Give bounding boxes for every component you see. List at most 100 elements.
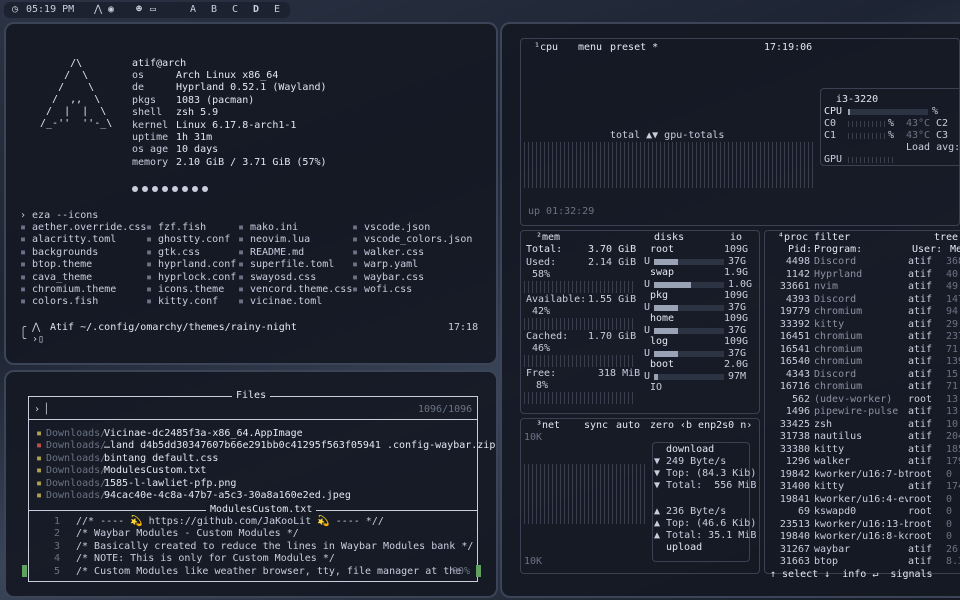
- proc-mem[interactable]: 29: [946, 319, 958, 331]
- proc-program[interactable]: waybar: [814, 544, 908, 556]
- proc-program[interactable]: chromium: [814, 306, 908, 318]
- workspace-c[interactable]: C: [232, 4, 238, 16]
- proc-program[interactable]: kworker/u16:8-kc: [814, 531, 908, 543]
- proc-pid[interactable]: 4343: [778, 369, 810, 381]
- proc-program[interactable]: chromium: [814, 331, 908, 343]
- file-name[interactable]: kitty.conf: [158, 296, 218, 308]
- proc-mem[interactable]: 204: [946, 431, 960, 443]
- file-entry[interactable]: 94cac40e-4c8a-47b7-a5c3-30a8a160e2ed.jpe…: [104, 490, 351, 502]
- search-prompt[interactable]: › ▏: [34, 404, 52, 416]
- proc-user[interactable]: atif: [908, 344, 932, 356]
- file-name[interactable]: swayosd.css: [250, 272, 316, 284]
- proc-program[interactable]: kswapd0: [814, 506, 908, 518]
- proc-mem[interactable]: 13: [946, 394, 958, 406]
- proc-user[interactable]: atif: [908, 444, 932, 456]
- proc-program[interactable]: chromium: [814, 344, 908, 356]
- proc-user[interactable]: root: [908, 394, 932, 406]
- file-dir[interactable]: Downloads/: [46, 453, 106, 465]
- proc-user[interactable]: atif: [908, 256, 932, 268]
- proc-mem[interactable]: 8.3: [946, 556, 960, 568]
- proc-filter[interactable]: filter: [814, 232, 850, 244]
- proc-mem[interactable]: 237: [946, 331, 960, 343]
- proc-user[interactable]: atif: [908, 281, 932, 293]
- file-dir[interactable]: Downloads/: [46, 440, 106, 452]
- proc-user[interactable]: atif: [908, 331, 932, 343]
- file-dir[interactable]: Downloads/: [46, 465, 106, 477]
- proc-mem[interactable]: 139: [946, 356, 960, 368]
- workspace-a[interactable]: A: [190, 4, 196, 16]
- proc-program[interactable]: kworker/u16:7-bt: [814, 469, 908, 481]
- proc-pid[interactable]: 33392: [778, 319, 810, 331]
- file-entry[interactable]: ModulesCustom.txt: [104, 465, 206, 477]
- proc-pid[interactable]: 19779: [778, 306, 810, 318]
- proc-user[interactable]: atif: [908, 319, 932, 331]
- net-title[interactable]: ³net: [536, 420, 560, 432]
- disks-title[interactable]: disks: [654, 232, 684, 244]
- net-zero[interactable]: zero: [650, 420, 674, 432]
- proc-mem[interactable]: 13: [946, 406, 958, 418]
- proc-pid[interactable]: 33425: [778, 419, 810, 431]
- file-name[interactable]: vscode_colors.json: [364, 234, 472, 246]
- proc-user[interactable]: root: [908, 494, 932, 506]
- file-name[interactable]: chromium.theme: [32, 284, 116, 296]
- workspace-b[interactable]: B: [211, 4, 217, 16]
- proc-pid[interactable]: 4393: [778, 294, 810, 306]
- file-name[interactable]: hyprlock.conf: [158, 272, 236, 284]
- network-icon[interactable]: ◉: [108, 4, 114, 16]
- file-name[interactable]: ghostty.conf: [158, 234, 230, 246]
- proc-user[interactable]: atif: [908, 306, 932, 318]
- proc-user[interactable]: root: [908, 469, 932, 481]
- proc-pid[interactable]: 16716: [778, 381, 810, 393]
- proc-pid[interactable]: 31400: [778, 481, 810, 493]
- proc-mem[interactable]: 0: [946, 519, 952, 531]
- proc-mem[interactable]: 71: [946, 381, 958, 393]
- proc-header-user[interactable]: User:: [912, 244, 942, 256]
- arch-icon[interactable]: ⋀: [94, 4, 102, 16]
- proc-user[interactable]: atif: [908, 456, 932, 468]
- proc-mem[interactable]: 179: [946, 456, 960, 468]
- proc-program[interactable]: nautilus: [814, 431, 908, 443]
- proc-program[interactable]: walker: [814, 456, 908, 468]
- proc-program[interactable]: Discord: [814, 256, 908, 268]
- proc-mem[interactable]: 40: [946, 269, 958, 281]
- proc-mem[interactable]: 0: [946, 506, 952, 518]
- proc-mem[interactable]: 94: [946, 306, 958, 318]
- proc-program[interactable]: kworker/u16:4-ev: [814, 494, 908, 506]
- proc-user[interactable]: atif: [908, 294, 932, 306]
- file-name[interactable]: warp.yaml: [364, 259, 418, 271]
- proc-mem[interactable]: 10: [946, 419, 958, 431]
- proc-pid[interactable]: 23513: [778, 519, 810, 531]
- keyboard-icon[interactable]: ▭: [150, 4, 156, 16]
- workspace-e[interactable]: E: [274, 4, 280, 16]
- file-name[interactable]: btop.theme: [32, 259, 92, 271]
- disks-io[interactable]: io: [730, 232, 742, 244]
- proc-program[interactable]: pipewire-pulse: [814, 406, 908, 418]
- fastfetch-terminal[interactable]: /\ / \ / \ / ,, \ / | | \ /_-'' ''-_\ at…: [4, 22, 498, 365]
- proc-mem[interactable]: 49: [946, 281, 958, 293]
- proc-program[interactable]: kitty: [814, 444, 908, 456]
- proc-mem[interactable]: 26: [946, 544, 958, 556]
- btop-terminal[interactable]: ¹cpu menu preset * 17:19:06 total ▲▼ gpu…: [500, 22, 960, 598]
- proc-pid[interactable]: 31267: [778, 544, 810, 556]
- proc-user[interactable]: atif: [908, 556, 932, 568]
- file-name[interactable]: vicinae.toml: [250, 296, 322, 308]
- proc-user[interactable]: atif: [908, 381, 932, 393]
- file-name[interactable]: neovim.lua: [250, 234, 310, 246]
- proc-pid[interactable]: 33380: [778, 444, 810, 456]
- file-name[interactable]: README.md: [250, 247, 304, 259]
- mem-title[interactable]: ²mem: [536, 232, 560, 244]
- proc-mem[interactable]: 185: [946, 444, 960, 456]
- proc-program[interactable]: nvim: [814, 281, 908, 293]
- proc-program[interactable]: btop: [814, 556, 908, 568]
- proc-pid[interactable]: 19841: [778, 494, 810, 506]
- file-name[interactable]: gtk.css: [158, 247, 200, 259]
- proc-user[interactable]: atif: [908, 544, 932, 556]
- proc-pid[interactable]: 16451: [778, 331, 810, 343]
- graph-mode[interactable]: total ▲▼ gpu-totals: [610, 130, 725, 142]
- proc-pid[interactable]: 1496: [778, 406, 810, 418]
- net-interface[interactable]: ‹b enp2s0 n›: [680, 420, 752, 432]
- proc-mem[interactable]: 0: [946, 469, 952, 481]
- proc-program[interactable]: Discord: [814, 294, 908, 306]
- file-dir[interactable]: Downloads/: [46, 478, 106, 490]
- proc-mem[interactable]: 71: [946, 344, 958, 356]
